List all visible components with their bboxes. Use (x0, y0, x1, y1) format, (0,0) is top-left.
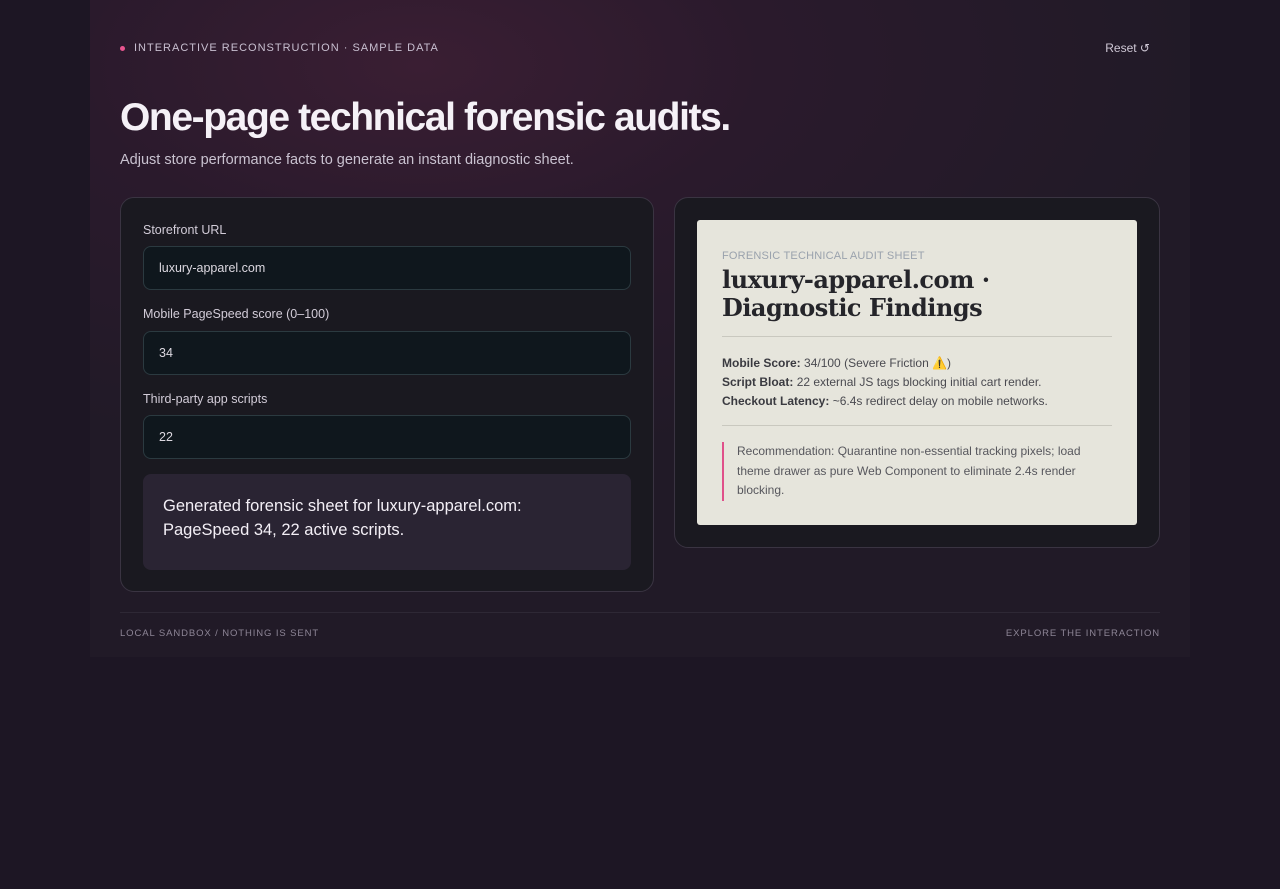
finding-mobile-score: Mobile Score: 34/100 (Severe Friction ⚠️… (722, 354, 1112, 373)
sheet-title: luxury-apparel.com · Diagnostic Findings (722, 265, 990, 322)
finding-checkout-latency: Checkout Latency: ~6.4s redirect delay o… (722, 392, 1112, 411)
footer-divider (120, 612, 1160, 613)
pagespeed-score-label: Mobile PageSpeed score (0–100) (143, 307, 330, 321)
sheet-kicker: FORENSIC TECHNICAL AUDIT SHEET (722, 250, 925, 262)
top-bar: INTERACTIVE RECONSTRUCTION · SAMPLE DATA… (120, 40, 1160, 56)
divider (722, 336, 1112, 337)
finding-label: Script Bloat: (722, 375, 794, 389)
status-dot-icon (120, 45, 125, 51)
third-party-scripts-input[interactable]: 22 (143, 415, 631, 459)
page-subtitle: Adjust store performance facts to genera… (120, 152, 574, 168)
finding-label: Checkout Latency: (722, 394, 830, 408)
finding-text: 34/100 (Severe Friction ⚠️) (804, 356, 952, 370)
generated-summary: Generated forensic sheet for luxury-appa… (143, 474, 631, 570)
recommendation: Recommendation: Quarantine non-essential… (722, 442, 1112, 501)
kicker-text: INTERACTIVE RECONSTRUCTION · SAMPLE DATA (134, 42, 439, 54)
finding-label: Mobile Score: (722, 356, 801, 370)
finding-script-bloat: Script Bloat: 22 external JS tags blocki… (722, 373, 1112, 392)
storefront-url-input[interactable]: luxury-apparel.com (143, 246, 631, 290)
audit-sheet: FORENSIC TECHNICAL AUDIT SHEET luxury-ap… (697, 220, 1137, 525)
finding-text: ~6.4s redirect delay on mobile networks. (832, 394, 1048, 408)
finding-text: 22 external JS tags blocking initial car… (796, 375, 1042, 389)
preview-panel: FORENSIC TECHNICAL AUDIT SHEET luxury-ap… (674, 197, 1160, 548)
pagespeed-score-input[interactable]: 34 (143, 331, 631, 375)
page-title: One-page technical forensic audits. (120, 96, 731, 139)
input-panel: Storefront URL luxury-apparel.com Mobile… (120, 197, 654, 592)
third-party-scripts-label: Third-party app scripts (143, 392, 268, 406)
footer-note: LOCAL SANDBOX / NOTHING IS SENT (120, 628, 320, 639)
storefront-url-label: Storefront URL (143, 223, 227, 237)
footer-cta: EXPLORE THE INTERACTION (1005, 628, 1160, 639)
reset-button[interactable]: Reset ↺ (1105, 41, 1150, 55)
divider (722, 425, 1112, 426)
kicker: INTERACTIVE RECONSTRUCTION · SAMPLE DATA (120, 42, 439, 54)
